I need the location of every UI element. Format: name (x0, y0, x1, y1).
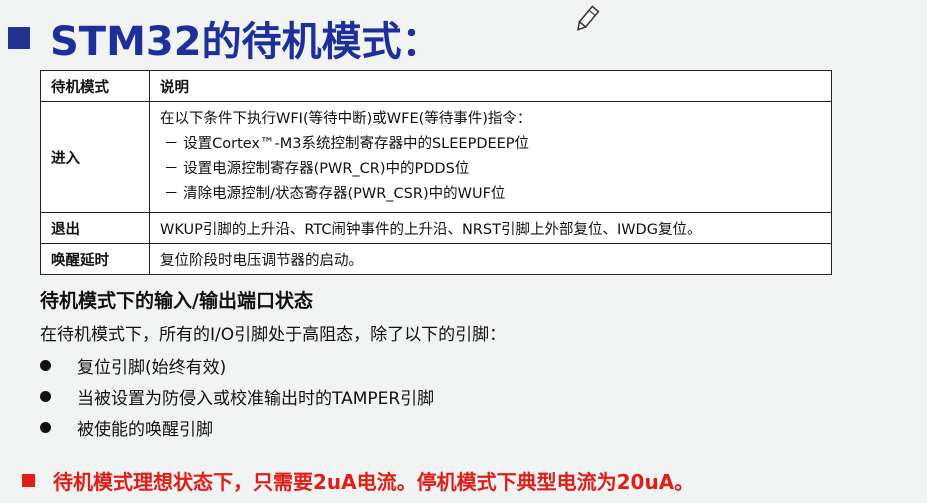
list-item-text: 被使能的唤醒引脚 (77, 420, 213, 440)
enter-line: － 清除电源控制/状态寄存器(PWR_CSR)中的WUF位 (164, 186, 506, 202)
enter-label: 进入 (40, 101, 150, 213)
page-title: STM32的待机模式： (8, 8, 442, 68)
exit-desc: WKUP引脚的上升沿、RTC闹钟事件的上升沿、NRST引脚上外部复位、IWDG复… (149, 212, 832, 244)
header-mode-cell: 待机模式 (40, 70, 150, 102)
enter-line: － 设置Cortex™-M3系统控制寄存器中的SLEEPDEEP位 (164, 136, 530, 152)
list-item-text: 复位引脚(始终有效) (77, 358, 227, 378)
enter-line: － 设置电源控制寄存器(PWR_CR)中的PDDS位 (164, 161, 470, 177)
list-item: 被使能的唤醒引脚 (40, 412, 434, 443)
table-row-exit: 退出 WKUP引脚的上升沿、RTC闹钟事件的上升沿、NRST引脚上外部复位、IW… (40, 212, 832, 244)
header-desc-cell: 说明 (149, 70, 832, 102)
table-header-row: 待机模式 说明 (40, 70, 832, 102)
bullet-dot-icon (40, 422, 51, 433)
exit-label: 退出 (40, 212, 150, 244)
table-row-enter: 进入 在以下条件下执行WFI(等待中断)或WFE(等待事件)指令： － 设置Co… (40, 101, 832, 213)
enter-line: 在以下条件下执行WFI(等待中断)或WFE(等待事件)指令： (160, 111, 532, 127)
wake-desc: 复位阶段时电压调节器的启动。 (149, 243, 832, 275)
list-item: 复位引脚(始终有效) (40, 350, 434, 381)
bullet-dot-icon (40, 360, 51, 371)
current-note: 待机模式理想状态下，只需要2uA电流。停机模式下典型电流为20uA。 (22, 466, 694, 495)
standby-mode-table: 待机模式 说明 进入 在以下条件下执行WFI(等待中断)或WFE(等待事件)指令… (40, 70, 832, 275)
pencil-icon[interactable] (572, 4, 602, 34)
io-pin-list: 复位引脚(始终有效) 当被设置为防侵入或校准输出时的TAMPER引脚 被使能的唤… (40, 350, 434, 443)
note-bullet-square (22, 474, 35, 487)
enter-desc: 在以下条件下执行WFI(等待中断)或WFE(等待事件)指令： － 设置Corte… (149, 101, 832, 213)
wake-label: 唤醒延时 (40, 243, 150, 275)
io-section-intro: 在待机模式下，所有的I/O引脚处于高阻态，除了以下的引脚： (40, 325, 507, 345)
list-item: 当被设置为防侵入或校准输出时的TAMPER引脚 (40, 381, 434, 412)
list-item-text: 当被设置为防侵入或校准输出时的TAMPER引脚 (77, 389, 435, 409)
io-section-title: 待机模式下的输入/输出端口状态 (40, 290, 313, 312)
title-bullet-square (8, 27, 30, 49)
table-row-wake: 唤醒延时 复位阶段时电压调节器的启动。 (40, 243, 832, 275)
page-title-text: STM32的待机模式： (50, 19, 442, 65)
current-note-text: 待机模式理想状态下，只需要2uA电流。停机模式下典型电流为20uA。 (53, 470, 695, 494)
bullet-dot-icon (40, 391, 51, 402)
